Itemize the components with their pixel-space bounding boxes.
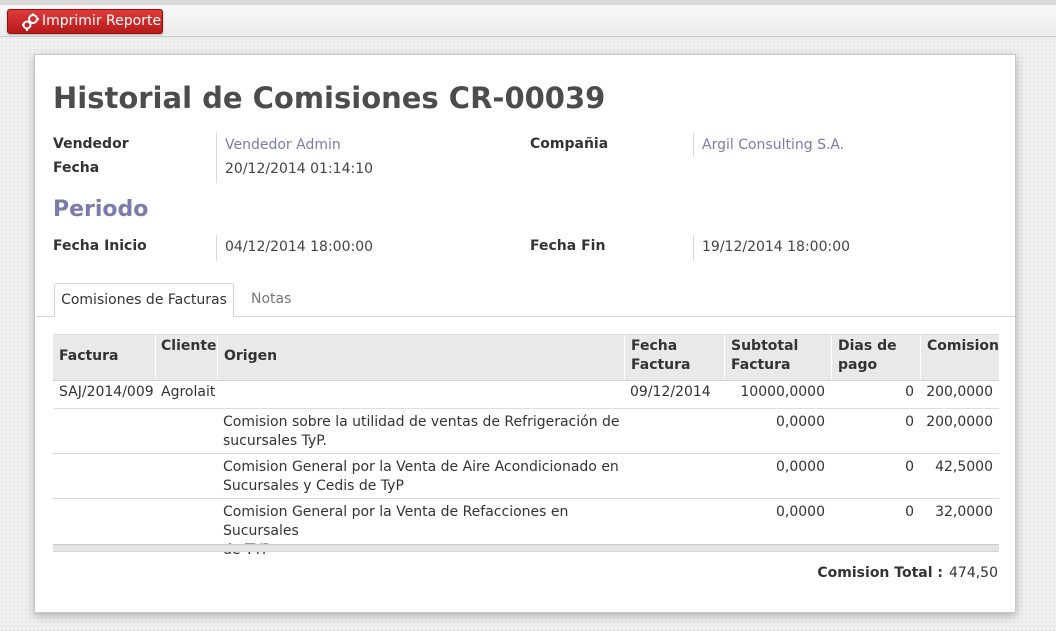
col-subtotal-factura[interactable]: Subtotal Factura xyxy=(731,335,821,380)
cell-subtotal: 10000,0000 xyxy=(740,384,825,400)
total-value: 474,50 xyxy=(949,565,998,581)
compania-link[interactable]: Argil Consulting S.A. xyxy=(702,137,844,153)
vendedor-link[interactable]: Vendedor Admin xyxy=(225,137,341,153)
field-divider xyxy=(693,235,694,261)
col-dias-line1: Dias de xyxy=(838,338,897,354)
col-origen[interactable]: Origen xyxy=(224,335,344,380)
cell-subtotal: 0,0000 xyxy=(776,459,825,475)
fecha-inicio-value: 04/12/2014 18:00:00 xyxy=(225,239,374,255)
col-fecha-factura[interactable]: Fecha Factura xyxy=(631,335,721,380)
table-row[interactable]: SAJ/2014/009 Agrolait 09/12/2014 10000,0… xyxy=(53,379,999,409)
cell-origen-line2: sucursales TyP. xyxy=(223,433,327,449)
fecha-label: Fecha xyxy=(53,160,100,176)
cell-factura: SAJ/2014/009 xyxy=(59,384,154,400)
col-dias-pago[interactable]: Dias de pago xyxy=(838,335,908,380)
cell-origen-line1: Comision sobre la utilidad de ventas de … xyxy=(223,414,620,430)
table-row[interactable]: Comision General por la Venta de Aire Ac… xyxy=(53,454,999,499)
cell-dias: 0 xyxy=(905,504,914,520)
cell-subtotal: 0,0000 xyxy=(776,504,825,520)
gears-icon xyxy=(22,13,39,31)
cell-subtotal: 0,0000 xyxy=(776,414,825,430)
field-divider xyxy=(216,133,217,183)
tab-notas[interactable]: Notas xyxy=(251,283,291,317)
col-factura[interactable]: Factura xyxy=(59,335,149,380)
print-report-button[interactable]: Imprimir Reporte xyxy=(7,9,163,34)
cell-origen-line2: Sucursales y Cedis de TyP xyxy=(223,478,404,494)
col-subtotal-line1: Subtotal xyxy=(731,338,799,354)
total-label: Comision Total : xyxy=(817,565,943,581)
field-divider xyxy=(693,133,694,157)
cell-origen: Comision sobre la utilidad de ventas de … xyxy=(223,413,623,451)
cell-origen-line1: Comision General por la Venta de Refacci… xyxy=(223,504,569,539)
cell-origen-line1: Comision General por la Venta de Aire Ac… xyxy=(223,459,619,475)
cell-fecha: 09/12/2014 xyxy=(630,384,711,400)
fecha-inicio-label: Fecha Inicio xyxy=(53,238,147,254)
col-fecha-factura-line1: Fecha xyxy=(631,338,678,354)
toolbar-top-strip xyxy=(0,0,1056,5)
print-report-label: Imprimir Reporte xyxy=(42,13,162,29)
cell-comision: 32,0000 xyxy=(935,504,993,520)
fecha-fin-value: 19/12/2014 18:00:00 xyxy=(702,239,851,255)
col-subtotal-line2: Factura xyxy=(731,357,791,373)
table-row[interactable]: Comision sobre la utilidad de ventas de … xyxy=(53,409,999,454)
periodo-heading: Periodo xyxy=(53,197,149,222)
col-fecha-factura-line2: Factura xyxy=(631,357,691,373)
table-footer-bar xyxy=(53,544,999,552)
col-comision[interactable]: Comision xyxy=(927,335,999,380)
page-title: Historial de Comisiones CR-00039 xyxy=(53,81,606,115)
col-dias-line2: pago xyxy=(838,357,878,373)
table-header: Factura Cliente Origen Fecha Factura Sub… xyxy=(53,334,999,381)
cell-dias: 0 xyxy=(905,414,914,430)
form-sheet: Historial de Comisiones CR-00039 Vendedo… xyxy=(34,54,1016,613)
cell-comision: 200,0000 xyxy=(926,384,993,400)
cell-dias: 0 xyxy=(905,459,914,475)
fecha-fin-label: Fecha Fin xyxy=(530,238,606,254)
cell-origen: Comision General por la Venta de Aire Ac… xyxy=(223,458,623,496)
cell-cliente: Agrolait xyxy=(161,384,216,400)
cell-dias: 0 xyxy=(905,384,914,400)
top-toolbar: Imprimir Reporte xyxy=(0,0,1056,37)
compania-label: Compañia xyxy=(530,136,609,152)
cell-comision: 42,5000 xyxy=(935,459,993,475)
tab-comisiones-facturas[interactable]: Comisiones de Facturas xyxy=(54,283,234,317)
table-row[interactable]: Comision General por la Venta de Refacci… xyxy=(53,499,999,558)
fecha-value: 20/12/2014 01:14:10 xyxy=(225,161,374,177)
field-divider xyxy=(216,235,217,261)
cell-comision: 200,0000 xyxy=(926,414,993,430)
col-cliente[interactable]: Cliente xyxy=(161,335,217,380)
vendedor-label: Vendedor xyxy=(53,136,129,152)
